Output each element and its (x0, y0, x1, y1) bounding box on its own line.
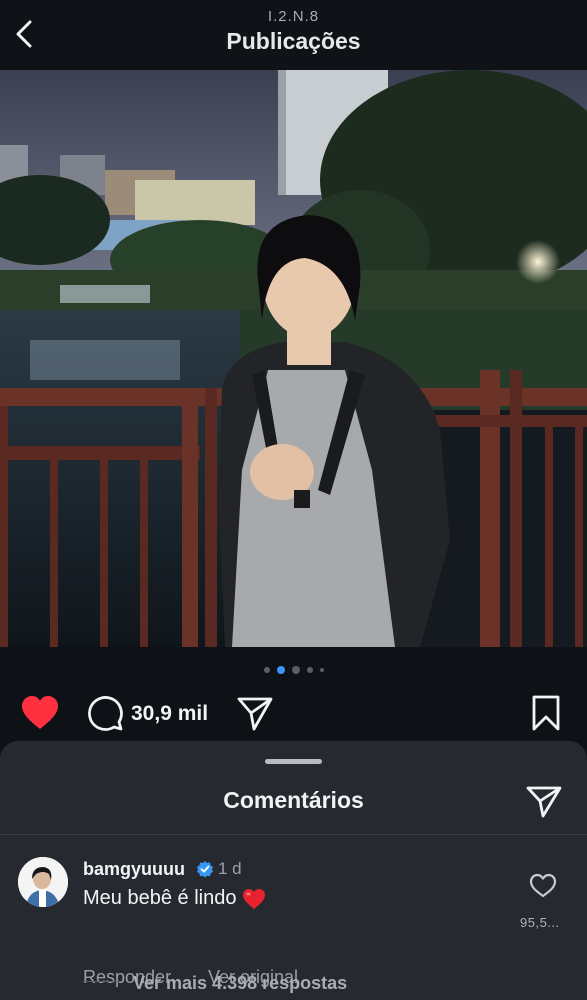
verified-badge-icon (197, 861, 213, 878)
red-heart-emoji-icon (243, 888, 266, 909)
replies-line (83, 981, 121, 982)
drag-handle[interactable] (265, 759, 322, 764)
share-comments-button[interactable] (525, 783, 563, 824)
carousel-dot (263, 667, 270, 673)
comment-body: Meu bebê é lindo (83, 887, 266, 910)
carousel-dot-active (276, 666, 285, 674)
view-more-replies-button[interactable]: Ver mais 4.398 respostas (133, 973, 347, 994)
comments-title: Comentários (223, 787, 364, 813)
account-handle: I.2.N.8 (267, 8, 320, 25)
post-photo[interactable] (0, 70, 587, 647)
share-button[interactable] (236, 694, 274, 737)
heart-outline-icon (529, 873, 557, 898)
carousel-dot (291, 666, 300, 674)
send-icon (237, 697, 273, 731)
like-button[interactable] (20, 694, 60, 737)
comment-bubble-icon (88, 696, 123, 731)
comment-time: 1 d (218, 859, 242, 878)
comment-username[interactable]: bamgyuuuu (83, 859, 185, 880)
post-image (0, 70, 587, 647)
heart-filled-icon (22, 696, 58, 729)
comment-button[interactable] (86, 694, 124, 737)
comment-count: 30,9 mil (131, 702, 209, 725)
carousel-indicator (0, 666, 587, 674)
bookmark-icon (532, 695, 560, 731)
top-bar: I.2.N.8 Publicações (0, 0, 587, 70)
page-title: Publicações (226, 28, 361, 54)
carousel-dot (306, 667, 313, 673)
carousel-dot (319, 668, 324, 672)
comment-like-button[interactable] (529, 873, 557, 904)
avatar[interactable] (18, 857, 68, 907)
comment-text: Meu bebê é lindo (83, 887, 237, 909)
save-button[interactable] (530, 694, 562, 737)
comment-like-count: 95,5... (520, 915, 560, 930)
avatar-image (18, 857, 68, 907)
send-icon (526, 786, 562, 818)
comments-sheet: Comentários bamgyuuuu 1 d Meu bebê é lin… (0, 741, 587, 1000)
post-actions: 30,9 mil (0, 690, 587, 736)
